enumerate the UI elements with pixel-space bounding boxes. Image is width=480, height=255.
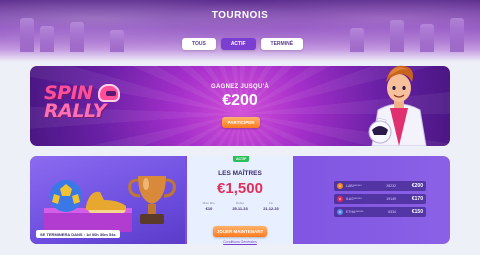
leaderboard-row: 1 LABI****** 28232 €200 <box>334 181 426 191</box>
banner-amount: €200 <box>222 92 258 109</box>
leaderboard-row: 2 ILAS****** 19149 €170 <box>334 194 426 204</box>
tab-finished[interactable]: TERMINÉ <box>260 38 304 50</box>
play-now-button[interactable]: JOUER MAINTENANT <box>213 226 267 237</box>
status-badge: ACTIF <box>233 156 250 162</box>
helmet-icon <box>98 84 120 102</box>
stat-start: Début 25.11.23 <box>226 201 254 211</box>
logo-line-2: RALLY <box>44 100 106 123</box>
slot-machine-decor <box>110 30 124 52</box>
page-title: TOURNOIS <box>211 10 269 21</box>
stat-value: €10 <box>205 206 213 211</box>
tab-all[interactable]: TOUS <box>182 38 216 50</box>
player-points: 19149 <box>386 197 396 201</box>
stat-min-bet: Mise Min. €10 <box>195 201 223 211</box>
player-points: 28232 <box>386 184 396 188</box>
slot-machine-decor <box>450 18 464 52</box>
slot-machine-decor <box>420 24 434 52</box>
stat-value: 25.11.23 <box>232 206 248 211</box>
player-points: 6334 <box>388 210 396 214</box>
filter-tabs: TOUS ACTIF TERMINÉ <box>182 38 304 50</box>
racer-character-illustration <box>368 65 427 146</box>
spin-rally-logo: SPIN RALLY <box>44 83 106 123</box>
player-name: ETHA****** <box>346 210 364 214</box>
participate-button[interactable]: PARTICIPER <box>222 117 260 128</box>
tab-active[interactable]: ACTIF <box>220 38 256 50</box>
slot-machine-decor <box>390 20 404 52</box>
leaderboard-row: 3 ETHA****** 6334 €150 <box>334 207 426 217</box>
countdown-timer: SE TERMINERA DANS : 1d 00h 30m 54s <box>36 230 120 238</box>
player-name: LABI****** <box>346 184 362 188</box>
terms-link[interactable]: Conditions Générales <box>187 240 293 244</box>
slot-machine-decor <box>40 26 54 52</box>
stat-label: Fin <box>268 201 274 205</box>
slot-machine-decor <box>70 22 84 52</box>
slot-machine-decor <box>20 18 34 52</box>
player-name: ILAS****** <box>346 197 362 201</box>
stat-end: Fin 21.12.23 <box>257 201 285 211</box>
tournament-title: LES MAÎTRES <box>218 170 262 177</box>
player-prize: €170 <box>411 196 423 202</box>
rank-badge: 2 <box>337 196 343 202</box>
tournament-prize: €1,500 <box>217 180 263 197</box>
tournament-stats: Mise Min. €10 Début 25.11.23 Fin 21.12.2… <box>195 201 285 211</box>
stat-label: Mise Min. <box>202 201 216 205</box>
player-prize: €150 <box>411 209 423 215</box>
stat-label: Début <box>235 201 244 205</box>
leaderboard: 1 LABI****** 28232 €200 2 ILAS****** 191… <box>334 181 426 220</box>
rank-badge: 3 <box>337 209 343 215</box>
slot-machine-decor <box>350 28 364 52</box>
banner-headline: GAGNEZ JUSQU'À <box>211 84 269 90</box>
rank-badge: 1 <box>337 183 343 189</box>
stat-value: 21.12.23 <box>263 206 279 211</box>
player-prize: €200 <box>411 183 423 189</box>
